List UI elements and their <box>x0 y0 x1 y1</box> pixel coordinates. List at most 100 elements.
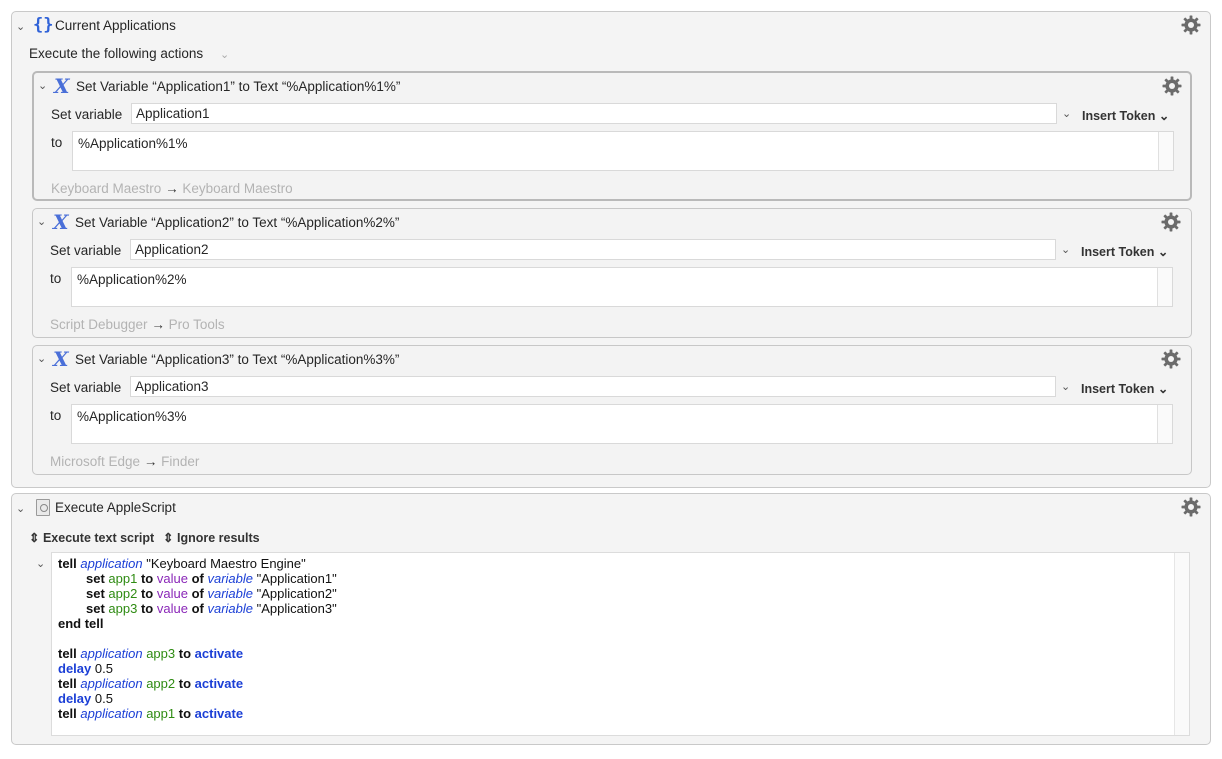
code-token: "Application2" <box>256 586 337 601</box>
code-token: 0.5 <box>94 691 113 706</box>
code-token: app3 <box>146 646 176 661</box>
code-token: tell <box>58 706 77 721</box>
footer-from: Keyboard Maestro <box>51 181 162 196</box>
code-line: delay 0.5 <box>58 691 337 706</box>
scrollbar[interactable] <box>1174 553 1189 735</box>
gear-icon[interactable] <box>1181 497 1201 517</box>
variable-x-icon: X <box>53 210 69 234</box>
set-variable-action-2[interactable]: ⌄ X Set Variable “Application2” to Text … <box>32 208 1192 338</box>
code-token: activate <box>194 676 244 691</box>
insert-token-label: Insert Token <box>1081 382 1155 396</box>
text-value-field[interactable]: %Application%1% <box>72 131 1174 171</box>
action-footer: Script Debugger → Pro Tools <box>50 317 225 332</box>
footer-from: Script Debugger <box>50 317 148 332</box>
code-token: to <box>140 601 154 616</box>
code-token: variable <box>207 586 254 601</box>
code-token: tell <box>58 676 77 691</box>
chevron-down-icon[interactable]: ⌄ <box>220 48 229 62</box>
arrow-right-icon: → <box>143 454 158 469</box>
code-token: delay <box>58 661 92 676</box>
footer-to: Pro Tools <box>168 317 225 332</box>
code-token: app1 <box>108 571 138 586</box>
to-label: to <box>50 408 62 423</box>
code-token: of <box>191 586 204 601</box>
code-token: application <box>80 706 143 721</box>
updown-chevron-icon: ⇕ <box>163 531 174 545</box>
script-editor[interactable]: tell application "Keyboard Maestro Engin… <box>51 552 1190 736</box>
insert-token-button[interactable]: Insert Token ⌄ <box>1082 108 1169 123</box>
code-token: to <box>178 706 192 721</box>
chevron-down-icon[interactable]: ⌄ <box>1061 380 1070 394</box>
gear-icon[interactable] <box>1161 212 1181 232</box>
variable-name-field[interactable]: Application1 <box>131 103 1057 124</box>
code-token: app1 <box>146 706 176 721</box>
code-token: value <box>156 571 188 586</box>
code-token: value <box>156 601 188 616</box>
code-token: application <box>80 556 143 571</box>
action-title: Set Variable “Application3” to Text “%Ap… <box>75 352 400 367</box>
to-label: to <box>50 271 62 286</box>
text-value-field[interactable]: %Application%3% <box>71 404 1173 444</box>
chevron-down-icon[interactable]: ⌄ <box>16 20 25 34</box>
insert-token-button[interactable]: Insert Token ⌄ <box>1081 381 1168 396</box>
gear-icon[interactable] <box>1161 349 1181 369</box>
scrollbar[interactable] <box>1158 132 1173 170</box>
scrollbar[interactable] <box>1157 268 1172 306</box>
code-token: to <box>140 586 154 601</box>
footer-to: Keyboard Maestro <box>182 181 293 196</box>
gear-icon[interactable] <box>1162 76 1182 96</box>
code-token: "Keyboard Maestro Engine" <box>146 556 306 571</box>
code-token: of <box>191 571 204 586</box>
variable-x-icon: X <box>54 74 70 98</box>
set-variable-action-3[interactable]: ⌄ X Set Variable “Application3” to Text … <box>32 345 1192 475</box>
execute-applescript-action[interactable]: ⌄ Execute AppleScript ⇕ Execute text scr… <box>11 493 1211 745</box>
execute-text-script-popup[interactable]: ⇕ Execute text script <box>29 530 154 545</box>
variable-name-field[interactable]: Application3 <box>130 376 1056 397</box>
gear-icon[interactable] <box>1181 15 1201 35</box>
code-line: tell application app3 to activate <box>58 646 337 661</box>
text-value: %Application%1% <box>78 136 188 151</box>
footer-to: Finder <box>161 454 200 469</box>
action-footer: Keyboard Maestro → Keyboard Maestro <box>51 181 293 196</box>
code-token: to <box>178 676 192 691</box>
code-token: value <box>156 586 188 601</box>
group-title: Current Applications <box>55 18 176 33</box>
code-line: tell application app2 to activate <box>58 676 337 691</box>
chevron-down-icon[interactable]: ⌄ <box>1061 243 1070 257</box>
chevron-down-icon: ⌄ <box>1157 245 1169 259</box>
group-action-current-applications[interactable]: ⌄ {} Current Applications Execute the fo… <box>11 11 1211 488</box>
insert-token-button[interactable]: Insert Token ⌄ <box>1081 244 1168 259</box>
code-token: activate <box>194 646 244 661</box>
set-variable-action-1[interactable]: ⌄ X Set Variable “Application1” to Text … <box>32 71 1192 201</box>
code-line: delay 0.5 <box>58 661 337 676</box>
code-token: app2 <box>108 586 138 601</box>
code-line: set app2 to value of variable "Applicati… <box>58 586 337 601</box>
code-token: of <box>191 601 204 616</box>
results-option-label: Ignore results <box>176 531 260 545</box>
chevron-down-icon[interactable]: ⌄ <box>1062 107 1071 121</box>
chevron-down-icon: ⌄ <box>1158 109 1170 123</box>
code-token: to <box>178 646 192 661</box>
chevron-down-icon[interactable]: ⌄ <box>38 79 47 93</box>
chevron-down-icon[interactable]: ⌄ <box>37 352 46 366</box>
code-token: application <box>80 646 143 661</box>
text-value-field[interactable]: %Application%2% <box>71 267 1173 307</box>
insert-token-label: Insert Token <box>1081 245 1155 259</box>
variable-name-field[interactable]: Application2 <box>130 239 1056 260</box>
code-token: app3 <box>108 601 138 616</box>
set-variable-label: Set variable <box>50 243 122 258</box>
code-token: activate <box>194 706 244 721</box>
chevron-down-icon[interactable]: ⌄ <box>16 502 25 516</box>
execute-option-label: Execute text script <box>42 531 155 545</box>
chevron-down-icon[interactable]: ⌄ <box>37 215 46 229</box>
scrollbar[interactable] <box>1157 405 1172 443</box>
code-token: delay <box>58 691 92 706</box>
chevron-down-icon[interactable]: ⌄ <box>36 557 45 571</box>
code-line: set app3 to value of variable "Applicati… <box>58 601 337 616</box>
applescript-doc-icon <box>36 499 50 516</box>
code-token: variable <box>207 571 254 586</box>
ignore-results-popup[interactable]: ⇕ Ignore results <box>163 530 260 545</box>
set-variable-label: Set variable <box>51 107 123 122</box>
insert-token-label: Insert Token <box>1082 109 1156 123</box>
